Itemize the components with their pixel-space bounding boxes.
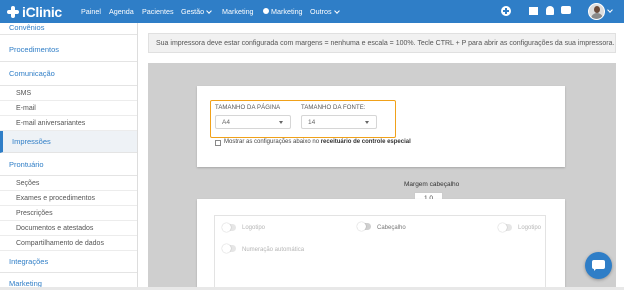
marketing-gear-icon	[263, 8, 269, 14]
add-plus-icon[interactable]	[501, 6, 511, 16]
nav-marketing-alt[interactable]: Marketing	[263, 7, 303, 16]
font-size-select[interactable]: 14	[301, 115, 377, 129]
sidebar-item-prontuario[interactable]: Prontuário	[0, 153, 137, 176]
show-settings-bold: receituário de controle especial	[320, 139, 411, 145]
chevron-down-icon	[333, 8, 340, 14]
printer-info-alert: Sua impressora deve estar configurada co…	[148, 33, 616, 53]
sidebar-item-sms[interactable]: SMS	[0, 86, 137, 101]
nav-pacientes[interactable]: Pacientes	[142, 7, 174, 16]
show-settings-label: Mostrar as configurações abaixo no recei…	[224, 139, 411, 145]
logo-text: iClinic	[22, 3, 62, 20]
avatar-head	[594, 6, 600, 13]
nav-marketing[interactable]: Marketing	[222, 7, 254, 16]
sidebar-item-procedimentos[interactable]: Procedimentos	[0, 38, 137, 62]
chat-support-button[interactable]	[585, 252, 612, 279]
caret-down-icon	[365, 121, 369, 124]
logotipo-left-label: Logotipo	[242, 225, 266, 231]
sidebar-item-comunicacao[interactable]: Comunicação	[0, 62, 137, 86]
sidebar-item-convenios[interactable]: Convênios	[0, 23, 137, 35]
chevron-down-icon	[206, 8, 213, 14]
nav-marketing-alt-label: Marketing	[271, 7, 303, 16]
sidebar-item-documentos[interactable]: Documentos e atestados	[0, 221, 137, 236]
top-navbar: iClinic Painel Agenda Pacientes Gestão M…	[0, 0, 624, 23]
font-size-label: TAMANHO DA FONTE:	[301, 105, 366, 111]
toggle-knob	[498, 223, 507, 232]
logotipo-right-label: Logotipo	[518, 225, 542, 231]
logo-cross-icon	[6, 5, 20, 19]
nav-gestao[interactable]: Gestão	[181, 7, 213, 16]
nav-outros-label: Outros	[310, 7, 332, 16]
sidebar-item-compartilhamento[interactable]: Compartilhamento de dados	[0, 236, 137, 251]
show-settings-text: Mostrar as configurações abaixo no	[224, 139, 321, 145]
cabecalho-toggle[interactable]	[357, 222, 371, 231]
toggle-knob	[222, 244, 231, 253]
sidebar-item-impressoes[interactable]: Impressões	[0, 131, 137, 153]
toggle-knob	[357, 222, 366, 231]
show-settings-checkbox[interactable]	[215, 140, 221, 146]
logotipo-right-toggle[interactable]	[498, 223, 512, 232]
sidebar-item-email[interactable]: E-mail	[0, 101, 137, 116]
sidebar-item-exames[interactable]: Exames e procedimentos	[0, 191, 137, 206]
caret-down-icon	[279, 121, 283, 124]
avatar-body	[591, 13, 603, 19]
sidebar-item-integracoes[interactable]: Integrações	[0, 251, 137, 273]
font-size-value: 14	[308, 118, 316, 126]
nav-gestao-label: Gestão	[181, 7, 205, 16]
sidebar-item-email-aniversariantes[interactable]: E-mail aniversariantes	[0, 116, 137, 131]
page-size-label: TAMANHO DA PÁGINA	[215, 105, 281, 111]
nav-painel[interactable]: Painel	[81, 7, 101, 16]
numeracao-toggle[interactable]	[222, 244, 236, 253]
user-menu-chevron-icon[interactable]	[607, 7, 613, 13]
bell-icon[interactable]	[546, 6, 554, 15]
numeracao-label: Numeração automática	[242, 247, 305, 253]
toggle-knob	[222, 223, 231, 232]
chat-icon[interactable]	[561, 6, 571, 14]
sidebar: Convênios Procedimentos Comunicação SMS …	[0, 23, 138, 290]
logotipo-left-toggle[interactable]	[222, 223, 236, 232]
margin-header-label: Margem cabeçalho	[404, 181, 460, 188]
nav-agenda[interactable]: Agenda	[109, 7, 134, 16]
gift-icon[interactable]	[529, 7, 538, 15]
sidebar-item-secoes[interactable]: Seções	[0, 176, 137, 191]
cabecalho-label: Cabeçalho	[377, 225, 406, 231]
nav-outros[interactable]: Outros	[310, 7, 340, 16]
avatar[interactable]	[588, 3, 605, 20]
iclinic-logo[interactable]: iClinic	[6, 3, 62, 20]
chat-bubble-tail	[594, 268, 597, 271]
page-size-select[interactable]: A4	[215, 115, 291, 129]
sidebar-item-prescricoes[interactable]: Prescrições	[0, 206, 137, 221]
page-size-value: A4	[222, 118, 230, 126]
